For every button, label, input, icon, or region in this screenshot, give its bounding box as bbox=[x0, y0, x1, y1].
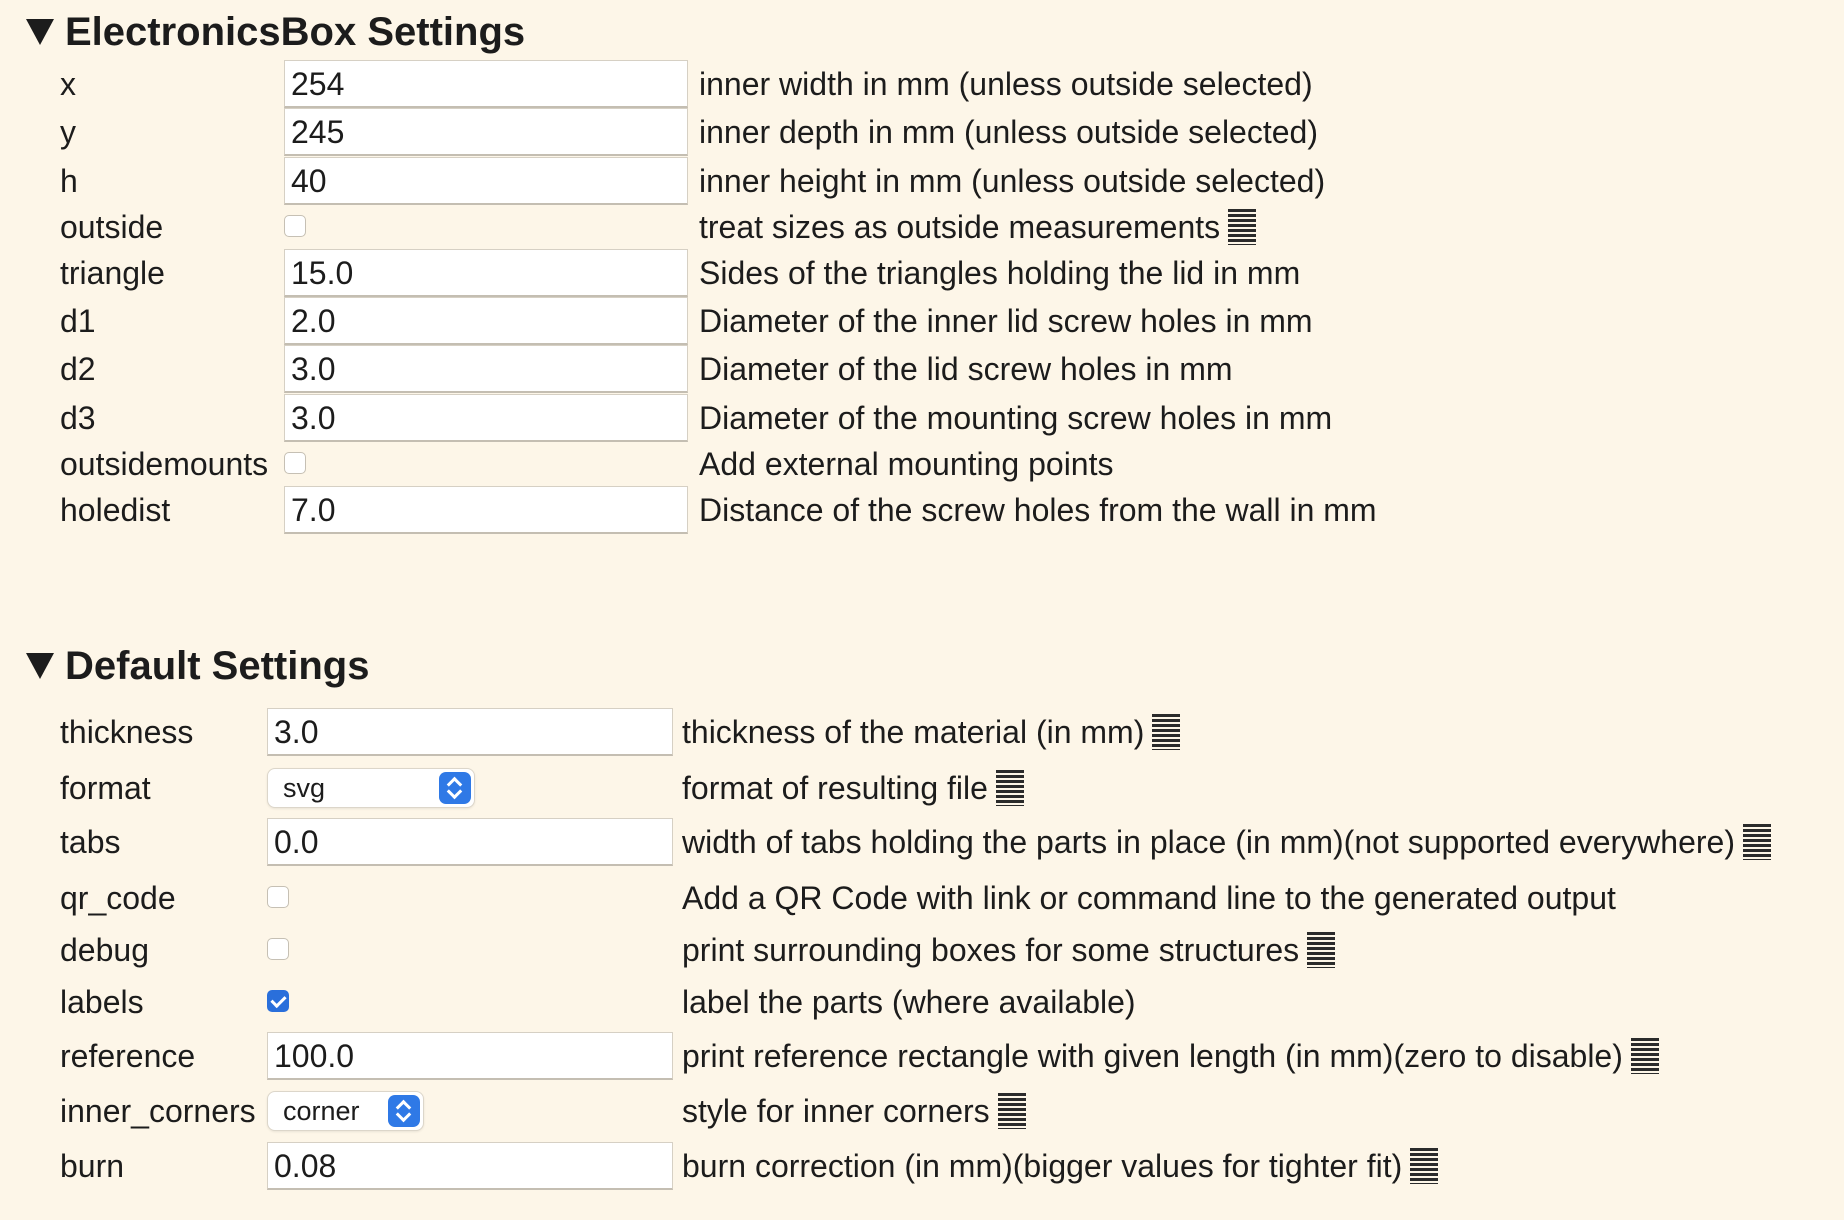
select-value: svg bbox=[283, 773, 326, 803]
setting-label: inner_corners bbox=[60, 1093, 256, 1129]
setting-label: burn bbox=[60, 1148, 125, 1184]
description-text: treat sizes as outside measurements bbox=[699, 209, 1221, 245]
setting-description: width of tabs holding the parts in place… bbox=[682, 814, 1771, 870]
qr-code-checkbox[interactable] bbox=[267, 886, 289, 908]
section-header-electronicsbox-settings[interactable]: ElectronicsBox Settings bbox=[26, 4, 525, 60]
h-input[interactable]: 40 bbox=[284, 157, 688, 205]
setting-label: d2 bbox=[60, 351, 96, 387]
info-lines-icon[interactable] bbox=[1152, 713, 1181, 750]
description-text: thickness of the material (in mm) bbox=[682, 714, 1145, 750]
description-text: width of tabs holding the parts in place… bbox=[682, 824, 1735, 860]
select-value: corner bbox=[283, 1096, 360, 1126]
setting-row-burn: burn 0.08 burn correction (in mm)(bigger v… bbox=[0, 1138, 1844, 1194]
updown-stepper-icon[interactable] bbox=[388, 1095, 420, 1127]
setting-label: y bbox=[60, 114, 76, 150]
setting-row-debug: debug print surrounding boxes for some st… bbox=[0, 922, 1844, 978]
description-text: inner width in mm (unless outside select… bbox=[699, 66, 1313, 102]
info-lines-icon[interactable] bbox=[995, 769, 1024, 806]
x-input[interactable]: 254 bbox=[284, 60, 688, 108]
info-lines-icon[interactable] bbox=[1410, 1147, 1439, 1184]
outsidemounts-checkbox[interactable] bbox=[284, 452, 306, 474]
setting-description: print surrounding boxes for some structu… bbox=[682, 922, 1336, 978]
triangle-down-icon[interactable] bbox=[26, 19, 54, 45]
setting-label: qr_code bbox=[60, 880, 176, 916]
setting-row-d2: d2 3.0 Diameter of the lid screw holes in … bbox=[0, 341, 1844, 397]
description-text: Diameter of the lid screw holes in mm bbox=[699, 351, 1233, 387]
description-text: Sides of the triangles holding the lid i… bbox=[699, 255, 1301, 291]
setting-row-tabs: tabs 0.0 width of tabs holding the parts i… bbox=[0, 814, 1844, 870]
info-lines-icon[interactable] bbox=[1307, 931, 1336, 968]
setting-description: Diameter of the lid screw holes in mm bbox=[699, 341, 1233, 397]
section-title: ElectronicsBox Settings bbox=[65, 9, 526, 54]
d2-input[interactable]: 3.0 bbox=[284, 345, 688, 393]
description-text: Diameter of the inner lid screw holes in… bbox=[699, 303, 1313, 339]
description-text: burn correction (in mm)(bigger values fo… bbox=[682, 1148, 1403, 1184]
description-text: print surrounding boxes for some structu… bbox=[682, 932, 1300, 968]
y-input[interactable]: 245 bbox=[284, 108, 688, 156]
description-text: inner depth in mm (unless outside select… bbox=[699, 114, 1318, 150]
setting-description: burn correction (in mm)(bigger values fo… bbox=[682, 1138, 1439, 1194]
setting-row-reference: reference 100.0 print reference rectangle … bbox=[0, 1028, 1844, 1084]
setting-description: label the parts (where available) bbox=[682, 974, 1136, 1030]
outside-checkbox[interactable] bbox=[284, 215, 306, 237]
description-text: Diameter of the mounting screw holes in … bbox=[699, 400, 1333, 436]
inner-corners-select[interactable]: corner bbox=[267, 1091, 424, 1131]
setting-description: thickness of the material (in mm) bbox=[682, 704, 1181, 760]
description-text: format of resulting file bbox=[682, 770, 988, 806]
section-title: Default Settings bbox=[65, 643, 370, 688]
setting-description: format of resulting file bbox=[682, 760, 1024, 816]
triangle-input[interactable]: 15.0 bbox=[284, 249, 688, 297]
thickness-input[interactable]: 3.0 bbox=[267, 708, 673, 756]
description-text: label the parts (where available) bbox=[682, 984, 1136, 1020]
info-lines-icon[interactable] bbox=[997, 1092, 1026, 1129]
description-text: Add external mounting points bbox=[699, 446, 1114, 482]
updown-stepper-icon[interactable] bbox=[439, 772, 471, 804]
setting-label: format bbox=[60, 770, 151, 806]
setting-row-holedist: holedist 7.0 Distance of the screw holes f… bbox=[0, 482, 1844, 538]
setting-label: holedist bbox=[60, 492, 171, 528]
setting-row-y: y 245 inner depth in mm (unless outside se… bbox=[0, 104, 1844, 160]
setting-description: inner depth in mm (unless outside select… bbox=[699, 104, 1318, 160]
setting-label: reference bbox=[60, 1038, 196, 1074]
setting-label: thickness bbox=[60, 714, 194, 750]
setting-description: style for inner corners bbox=[682, 1083, 1026, 1139]
setting-description: Add a QR Code with link or command line … bbox=[682, 870, 1616, 926]
setting-row-format: format svg format of resulting file bbox=[0, 760, 1844, 816]
setting-row-labels: labels label the parts (where available) bbox=[0, 974, 1844, 1030]
triangle-down-icon[interactable] bbox=[26, 653, 54, 679]
setting-label: labels bbox=[60, 984, 144, 1020]
section-header-default-settings[interactable]: Default Settings bbox=[26, 638, 369, 694]
description-text: style for inner corners bbox=[682, 1093, 990, 1129]
setting-label: tabs bbox=[60, 824, 121, 860]
debug-checkbox[interactable] bbox=[267, 938, 289, 960]
info-lines-icon[interactable] bbox=[1630, 1037, 1659, 1074]
description-text: inner height in mm (unless outside selec… bbox=[699, 163, 1326, 199]
setting-row-qr-code: qr_code Add a QR Code with link or comman… bbox=[0, 870, 1844, 926]
tabs-input[interactable]: 0.0 bbox=[267, 818, 673, 866]
holedist-input[interactable]: 7.0 bbox=[284, 486, 688, 534]
setting-label: debug bbox=[60, 932, 149, 968]
format-select[interactable]: svg bbox=[267, 768, 475, 808]
info-lines-icon[interactable] bbox=[1742, 823, 1771, 860]
description-text: Distance of the screw holes from the wal… bbox=[699, 492, 1377, 528]
info-lines-icon[interactable] bbox=[1228, 208, 1257, 245]
d1-input[interactable]: 2.0 bbox=[284, 297, 688, 345]
reference-input[interactable]: 100.0 bbox=[267, 1032, 673, 1080]
burn-input[interactable]: 0.08 bbox=[267, 1142, 673, 1190]
setting-description: Distance of the screw holes from the wal… bbox=[699, 482, 1377, 538]
description-text: print reference rectangle with given len… bbox=[682, 1038, 1623, 1074]
description-text: Add a QR Code with link or command line … bbox=[682, 880, 1616, 916]
setting-row-inner-corners: inner_corners corner style for inner corne… bbox=[0, 1083, 1844, 1139]
setting-row-thickness: thickness 3.0 thickness of the material (i… bbox=[0, 704, 1844, 760]
labels-checkbox[interactable] bbox=[267, 990, 289, 1012]
setting-description: print reference rectangle with given len… bbox=[682, 1028, 1659, 1084]
d3-input[interactable]: 3.0 bbox=[284, 394, 688, 442]
